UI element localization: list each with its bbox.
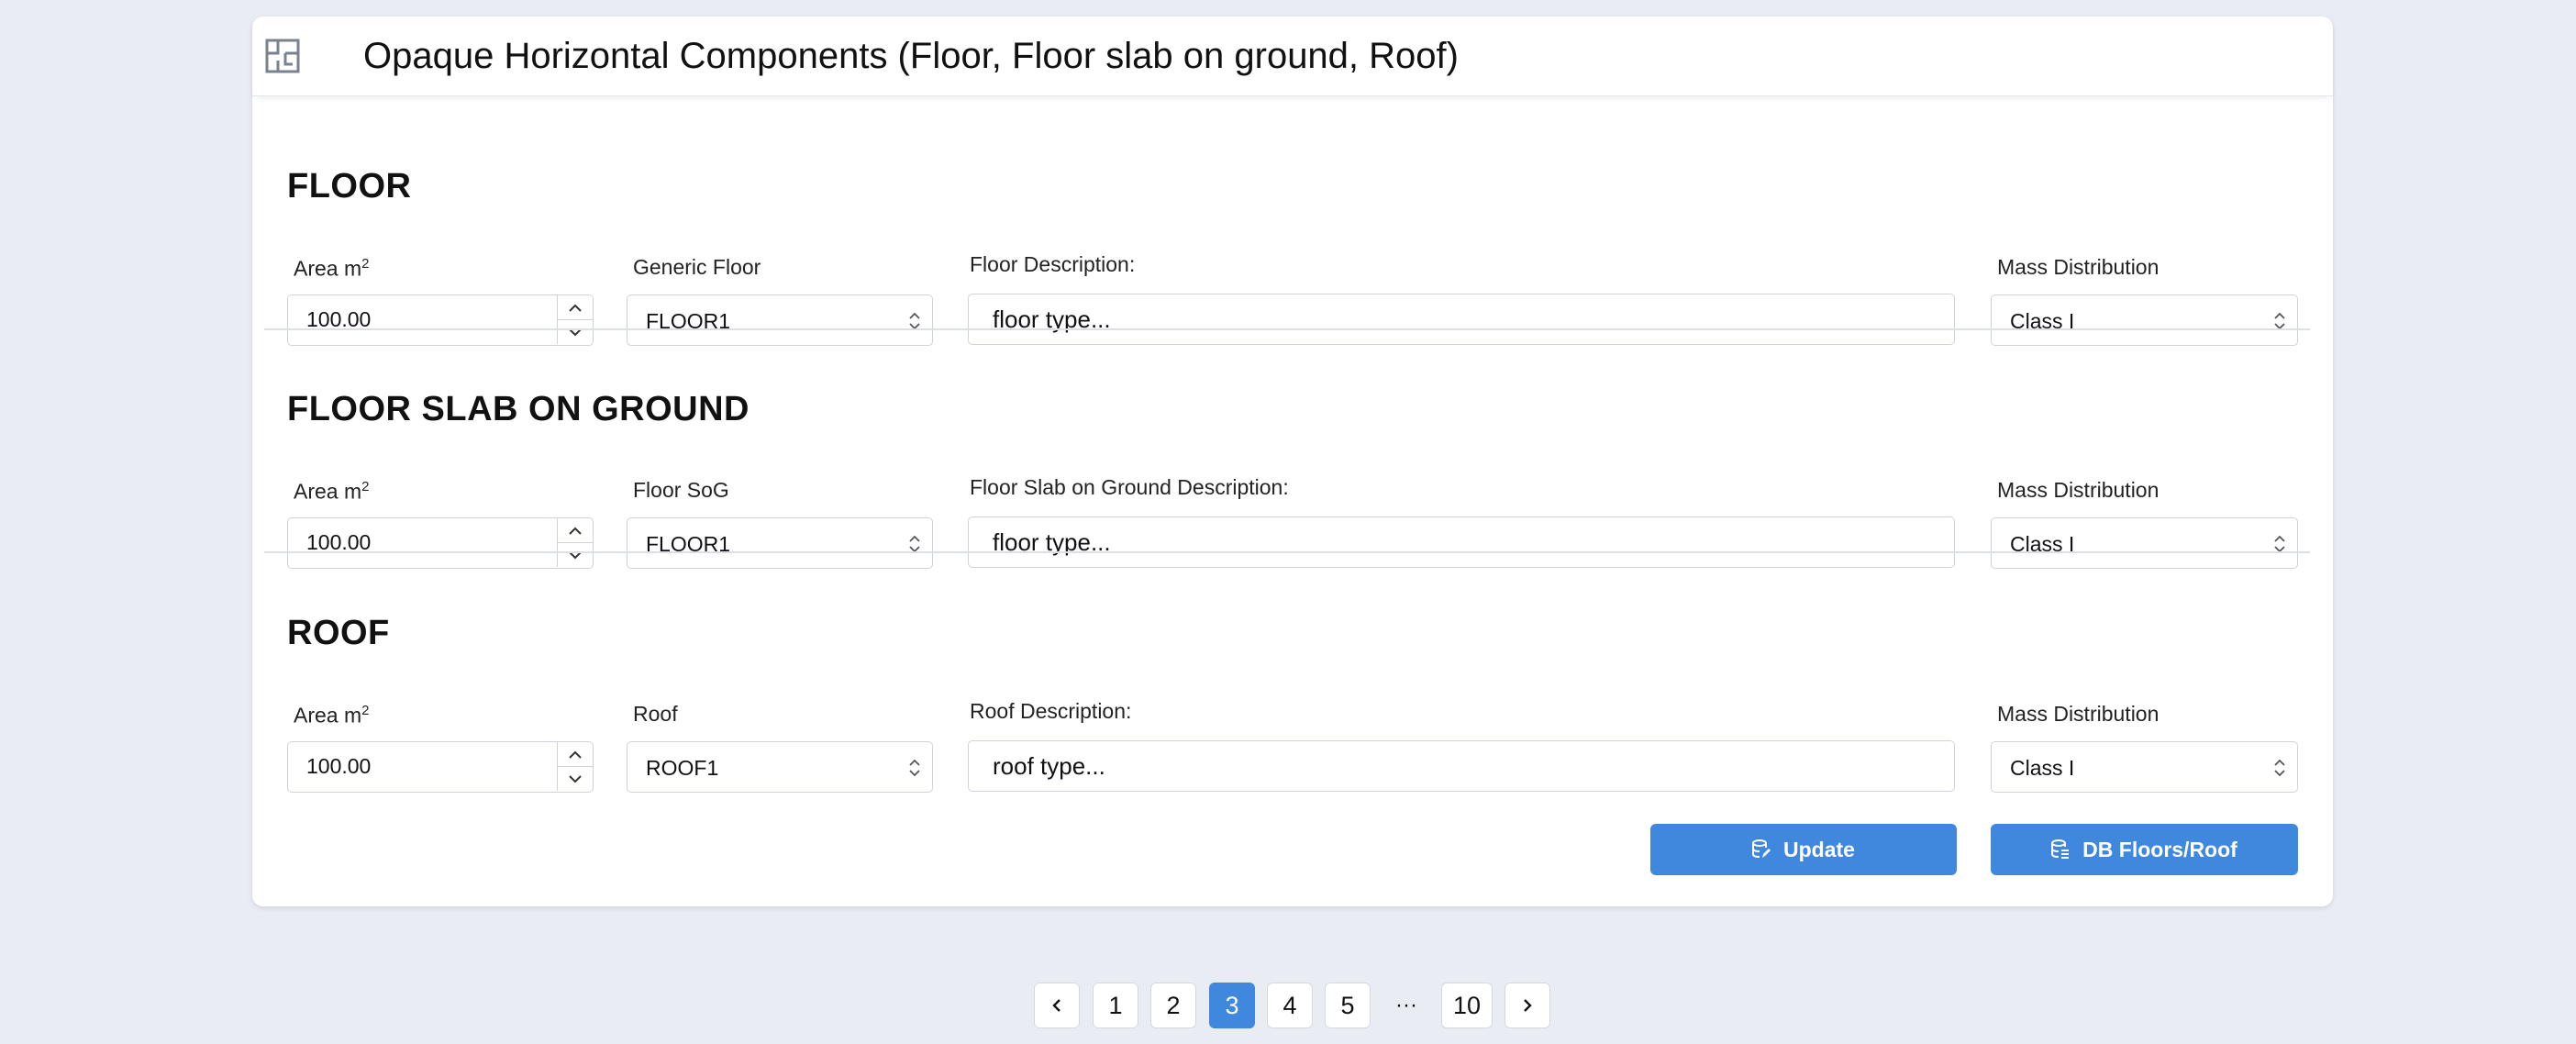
area-label: Area m2 xyxy=(294,256,370,281)
area-input[interactable] xyxy=(288,742,554,791)
chevron-up-icon xyxy=(569,304,582,312)
description-label: Roof Description: xyxy=(970,699,1132,723)
page-button-2[interactable]: 2 xyxy=(1150,983,1196,1028)
area-number-input[interactable] xyxy=(287,517,594,569)
description-field[interactable] xyxy=(968,516,1955,568)
pagination-ellipsis: ··· xyxy=(1395,993,1417,1017)
mass-distribution-select[interactable]: Class I xyxy=(1991,741,2298,793)
mass-distribution-select[interactable]: Class I xyxy=(1991,517,2298,569)
section-roof: ROOF Area m2 Roof ROOF1 Roof Description… xyxy=(271,612,2316,878)
area-input[interactable] xyxy=(288,518,554,567)
mass-distribution-label: Mass Distribution xyxy=(1997,478,2160,502)
card-header: Opaque Horizontal Components (Floor, Flo… xyxy=(252,17,2333,96)
section-divider xyxy=(264,551,2310,553)
description-label: Floor Description: xyxy=(970,252,1136,276)
area-stepper[interactable] xyxy=(557,518,593,567)
chevron-up-icon xyxy=(569,527,582,535)
select-caret-icon xyxy=(909,759,920,777)
area-stepper[interactable] xyxy=(557,742,593,791)
area-label: Area m2 xyxy=(294,703,370,727)
page-button-4[interactable]: 4 xyxy=(1267,983,1313,1028)
decrement-button[interactable] xyxy=(558,543,593,567)
description-label: Floor Slab on Ground Description: xyxy=(970,475,1289,499)
section-divider xyxy=(264,328,2310,330)
section-title: ROOF xyxy=(287,614,390,652)
chevron-up-icon xyxy=(569,750,582,759)
section-floor-slab-on-ground: FLOOR SLAB ON GROUND Area m2 Floor SoG F… xyxy=(264,388,2316,569)
section-floor: FLOOR Area m2 Generic Floor FLOOR1 Floor… xyxy=(264,165,2316,346)
mass-distribution-label: Mass Distribution xyxy=(1997,702,2160,726)
page-button-1[interactable]: 1 xyxy=(1093,983,1138,1028)
area-input[interactable] xyxy=(288,295,554,344)
pagination: 1 2 3 4 5 ··· 10 xyxy=(0,983,2576,1030)
floor-sog-select[interactable]: FLOOR1 xyxy=(627,517,933,569)
page-button-3-current[interactable]: 3 xyxy=(1209,983,1255,1028)
select-value: Class I xyxy=(2010,756,2075,780)
database-edit-icon xyxy=(1752,839,1771,858)
page-button-5[interactable]: 5 xyxy=(1325,983,1371,1028)
area-label: Area m2 xyxy=(294,479,370,504)
decrement-button[interactable] xyxy=(558,767,593,791)
increment-button[interactable] xyxy=(558,742,593,767)
decrement-button[interactable] xyxy=(558,320,593,344)
floor-slab-description-input[interactable] xyxy=(969,517,1954,567)
section-title: FLOOR SLAB ON GROUND xyxy=(287,390,749,428)
description-field[interactable] xyxy=(968,294,1955,345)
update-label: Update xyxy=(1783,837,1855,861)
select-caret-icon xyxy=(2274,759,2285,777)
db-floors-roof-button[interactable]: DB Floors/Roof xyxy=(1991,824,2298,875)
floor-description-input[interactable] xyxy=(969,294,1954,344)
roof-select[interactable]: ROOF1 xyxy=(627,741,933,793)
section-title: FLOOR xyxy=(287,167,412,205)
type-label: Roof xyxy=(633,702,678,726)
page-title: Opaque Horizontal Components (Floor, Flo… xyxy=(363,36,1459,76)
next-page-button[interactable] xyxy=(1505,983,1550,1028)
area-number-input[interactable] xyxy=(287,741,594,793)
increment-button[interactable] xyxy=(558,295,593,320)
generic-floor-select[interactable]: FLOOR1 xyxy=(627,294,933,346)
database-list-icon xyxy=(2051,839,2070,859)
chevron-down-icon xyxy=(569,774,582,783)
update-button[interactable]: Update xyxy=(1650,824,1957,875)
type-label: Generic Floor xyxy=(633,255,761,279)
horizontal-components-card: Opaque Horizontal Components (Floor, Flo… xyxy=(252,17,2333,906)
select-value: ROOF1 xyxy=(646,756,719,780)
type-label: Floor SoG xyxy=(633,478,729,502)
area-number-input[interactable] xyxy=(287,294,594,346)
roof-description-input[interactable] xyxy=(969,741,1954,791)
chevron-left-icon xyxy=(1052,999,1060,1012)
area-stepper[interactable] xyxy=(557,295,593,344)
description-field[interactable] xyxy=(968,740,1955,792)
db-floors-roof-label: DB Floors/Roof xyxy=(2082,837,2237,861)
mass-distribution-label: Mass Distribution xyxy=(1997,255,2160,279)
page-button-10[interactable]: 10 xyxy=(1441,983,1493,1028)
floor-plan-icon xyxy=(265,39,300,73)
previous-page-button[interactable] xyxy=(1034,983,1080,1028)
increment-button[interactable] xyxy=(558,518,593,543)
chevron-right-icon xyxy=(1524,999,1532,1012)
mass-distribution-select[interactable]: Class I xyxy=(1991,294,2298,346)
